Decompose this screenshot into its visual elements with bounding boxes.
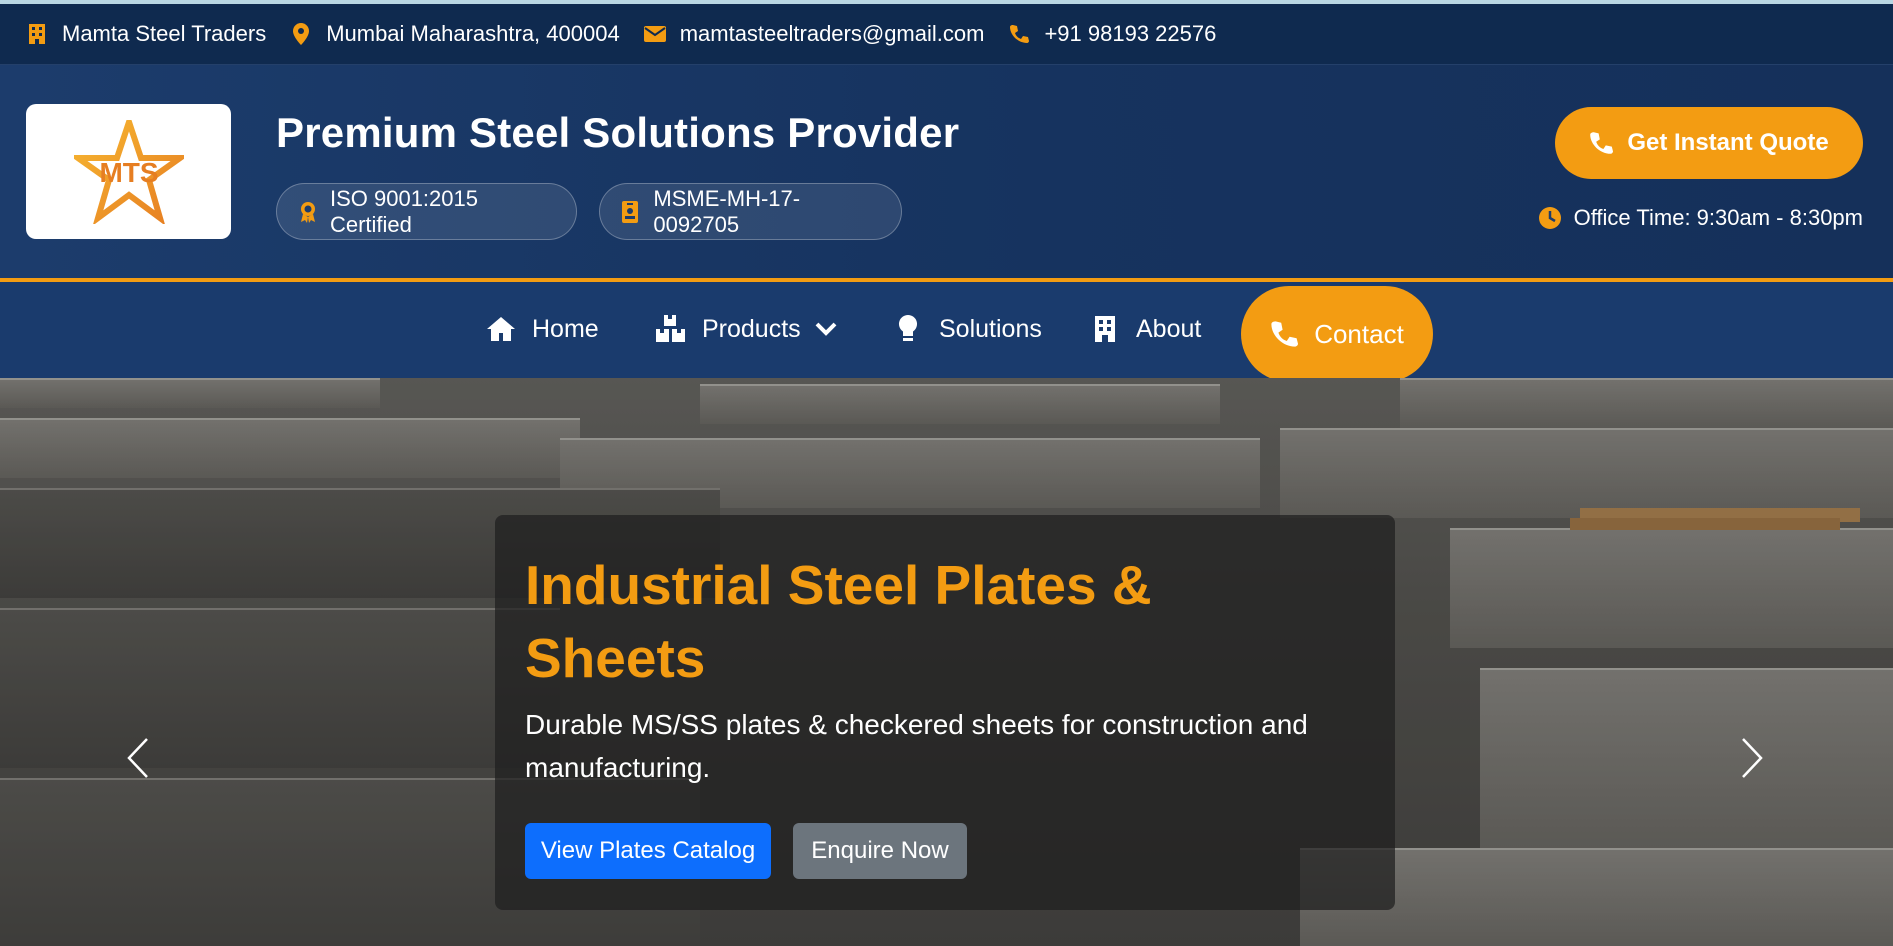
nav-item-solutions[interactable]: Solutions [893,310,1042,348]
nav-item-products[interactable]: Products [656,310,837,348]
mts-logo-icon: MTS [73,119,184,224]
iso-badge-label: ISO 9001:2015 Certified [329,185,478,237]
phone-icon [1589,131,1614,155]
office-time-text: Office Time: 9:30am - 8:30pm [1573,205,1863,230]
email-info[interactable]: mamtasteeltraders@gmail.com [643,21,985,47]
phone-info[interactable]: +91 98193 22576 [1008,21,1216,47]
location-info: Mumbai Maharashtra, 400004 [290,21,620,47]
office-time: Office Time: 9:30am - 8:30pm [1538,205,1863,231]
iso-badge: ISO 9001:2015 Certified [276,183,577,240]
clock-icon [1538,206,1562,230]
nav-item-label: About [1136,314,1202,343]
nav-item-label: Products [702,314,801,343]
phone-icon [1270,320,1299,348]
phone-link[interactable]: +91 98193 22576 [1044,21,1216,47]
quote-button-label: Get Instant Quote [1627,129,1829,156]
chevron-down-icon[interactable] [815,321,837,337]
carousel-next-button[interactable] [1732,733,1772,783]
hero-title: Industrial Steel Plates & Sheets [525,554,1152,689]
location-text: Mumbai Maharashtra, 400004 [326,21,620,46]
company-info: Mamta Steel Traders [26,21,266,47]
nav-item-contact[interactable]: Contact [1241,286,1433,382]
site-logo[interactable]: MTS [26,104,231,239]
company-name: Mamta Steel Traders [62,21,267,46]
chevron-right-icon [1742,738,1763,778]
carousel-caption: Industrial Steel Plates & Sheets Durable… [495,515,1395,910]
hero-description: Durable MS/SS plates & checkered sheets … [525,709,1308,783]
chevron-left-icon [127,738,148,778]
boxes-icon [656,314,686,344]
hero-carousel: Industrial Steel Plates & Sheets Durable… [0,378,1893,946]
lightbulb-icon [893,314,923,344]
site-title: Premium Steel Solutions Provider [276,109,960,156]
view-plates-catalog-button[interactable]: View Plates Catalog [525,823,771,879]
svg-text:MTS: MTS [99,157,158,188]
phone-icon [1008,23,1030,45]
id-badge-icon [622,200,641,223]
get-instant-quote-button[interactable]: Get Instant Quote [1555,107,1863,179]
carousel-prev-button[interactable] [118,733,158,783]
nav-item-label: Home [532,314,599,343]
nav-item-about[interactable]: About [1090,310,1201,348]
map-pin-icon [290,23,312,45]
msme-badge-label: MSME-MH-17-0092705 [653,185,801,237]
nav-item-home[interactable]: Home [486,310,599,348]
envelope-icon [643,23,666,45]
main-navigation: Home Products Solutions About Contact [0,278,1893,382]
site-header: MTS Premium Steel Solutions Provider ISO… [0,65,1893,278]
nav-item-label: Contact [1314,318,1404,349]
building-icon [1090,314,1120,344]
top-info-bar: Mamta Steel Traders Mumbai Maharashtra, … [0,0,1893,65]
enquire-now-button[interactable]: Enquire Now [793,823,967,879]
home-icon [486,314,516,344]
nav-item-label: Solutions [939,314,1042,343]
award-icon [299,201,318,223]
building-icon [26,23,48,45]
msme-badge: MSME-MH-17-0092705 [599,183,902,240]
email-link[interactable]: mamtasteeltraders@gmail.com [680,21,985,47]
